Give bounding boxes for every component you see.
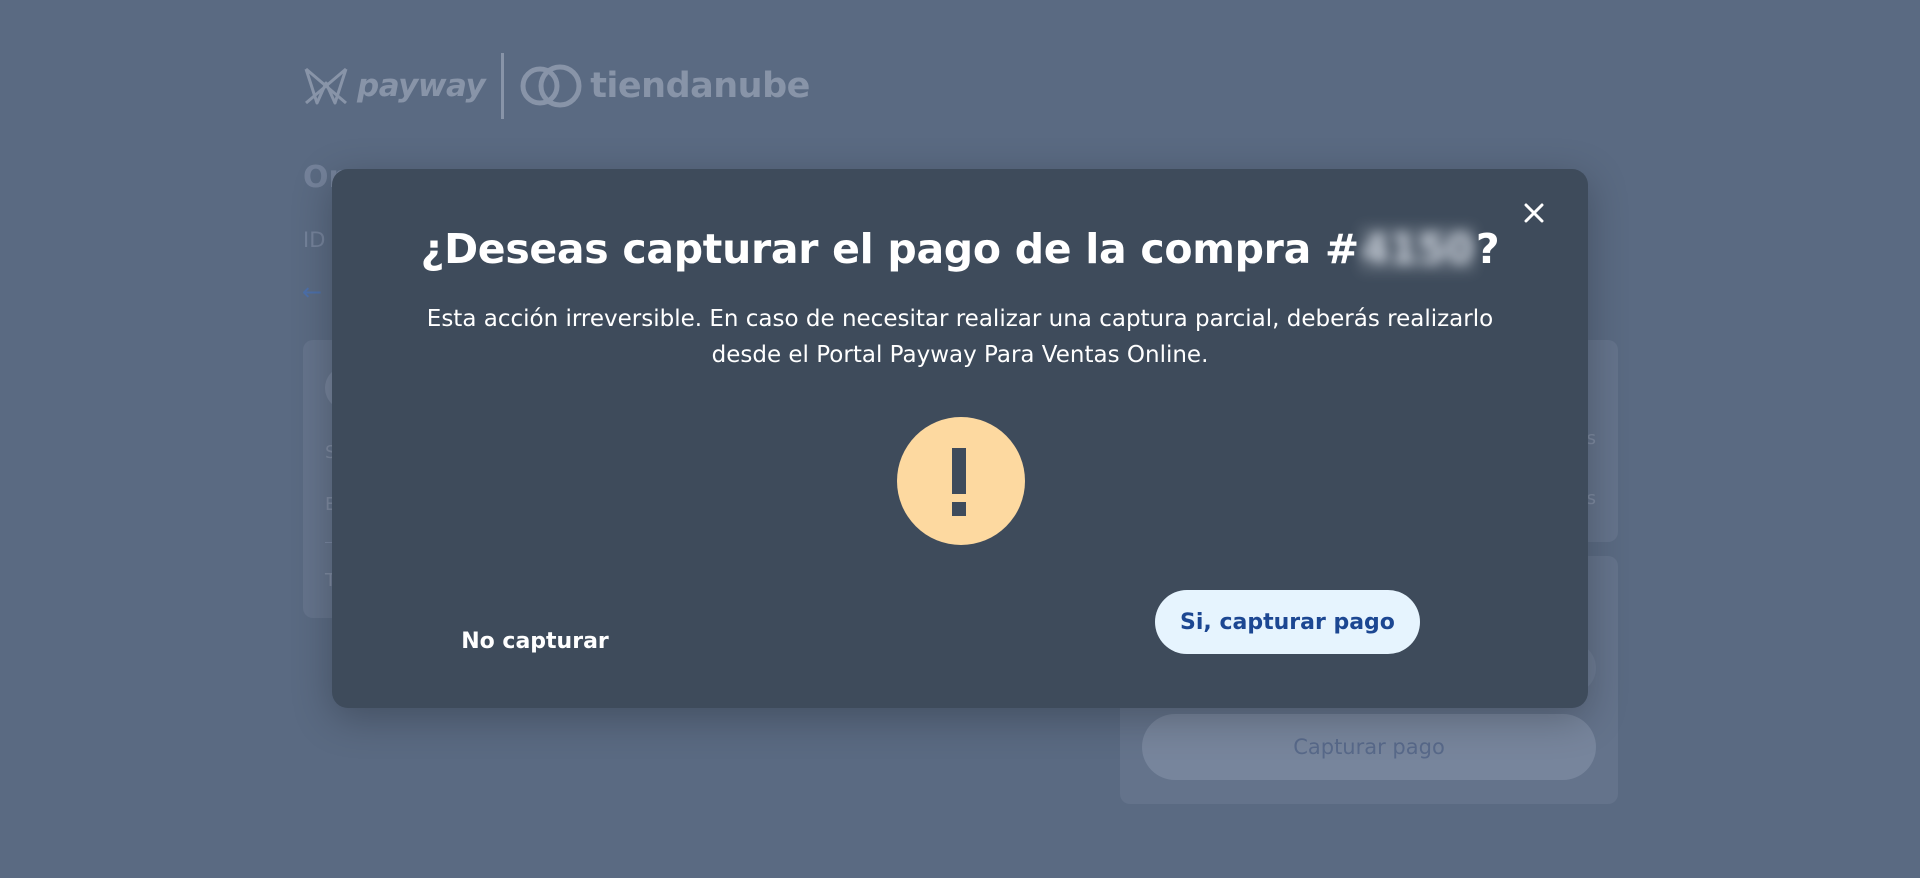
dialog-title-suffix: ? [1475, 225, 1500, 273]
order-number: 4150 [1358, 225, 1476, 273]
confirm-capture-button[interactable]: Si, capturar pago [1155, 590, 1420, 654]
summary-line: s [1586, 428, 1596, 449]
order-id-label: ID [303, 228, 326, 252]
capture-confirm-dialog: ¿Deseas capturar el pago de la compra #4… [332, 169, 1588, 708]
tiendanube-logo-text: tiendanube [590, 66, 810, 106]
brand-header: payway tiendanube [303, 50, 810, 122]
close-icon-glyph [1524, 203, 1544, 223]
payway-logo-text: payway [357, 68, 486, 104]
cancel-capture-button[interactable]: No capturar [390, 609, 680, 673]
exclamation-icon [897, 417, 1025, 545]
dialog-title: ¿Deseas capturar el pago de la compra #4… [332, 225, 1588, 273]
payway-logo-icon [304, 67, 348, 105]
dialog-title-prefix: ¿Deseas capturar el pago de la compra # [420, 225, 1360, 273]
capture-payment-button[interactable]: Capturar pago [1142, 714, 1596, 780]
dialog-description: Esta acción irreversible. En caso de nec… [426, 306, 1494, 368]
brand-divider [501, 53, 505, 119]
arrow-left-icon[interactable]: ← [302, 278, 322, 306]
exclamation-glyph [952, 448, 966, 516]
tiendanube-logo-icon [520, 64, 582, 108]
summary-line: s [1586, 488, 1596, 509]
